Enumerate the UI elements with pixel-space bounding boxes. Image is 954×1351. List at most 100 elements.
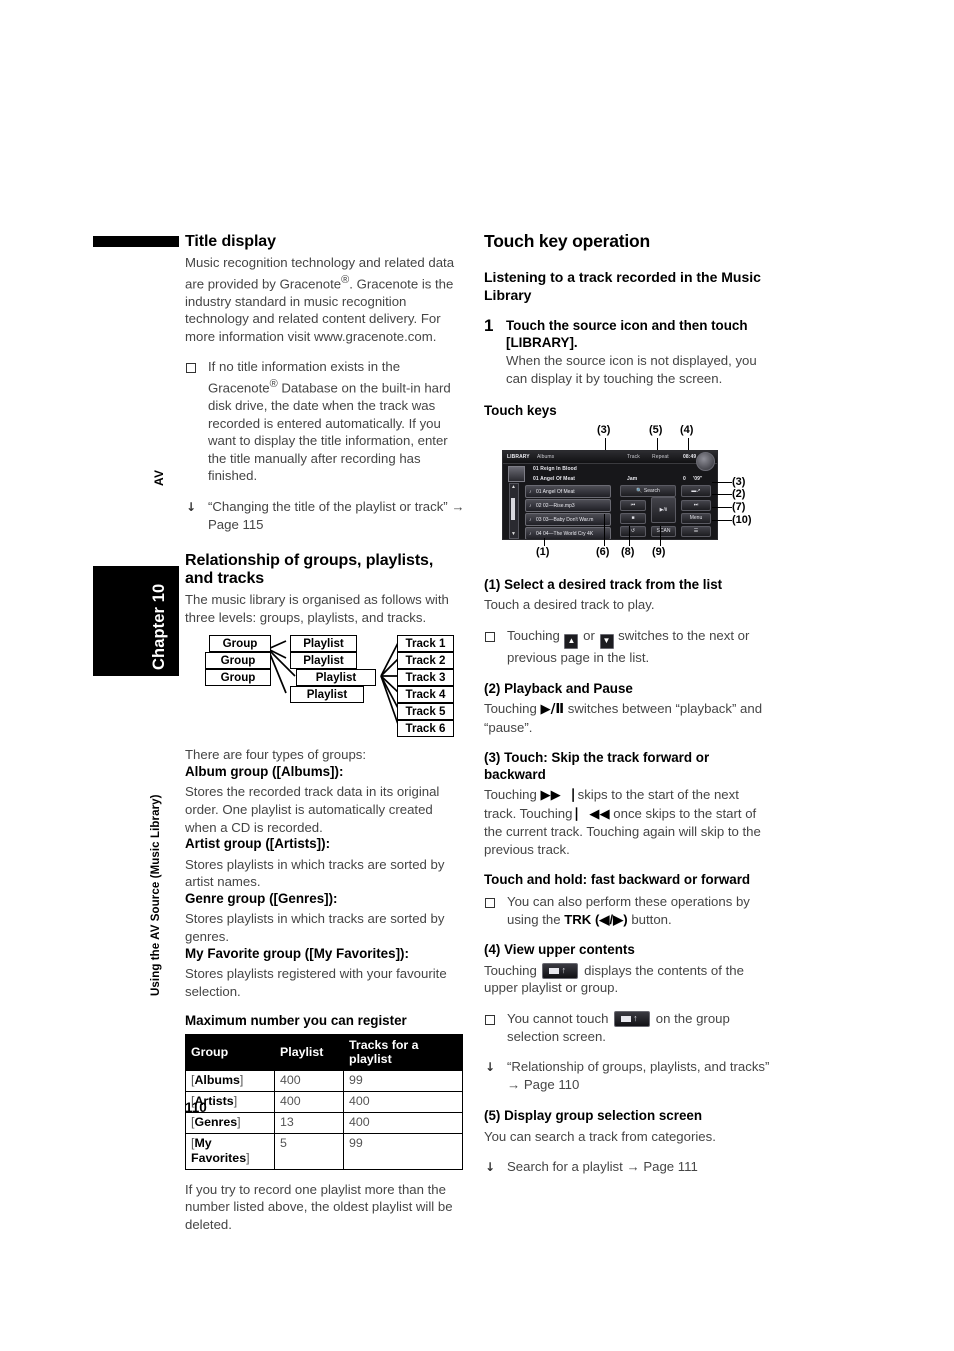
table-row: [Albums] 400 99 — [185, 1069, 463, 1092]
item-3-body-a: Touching — [484, 787, 541, 803]
cell-playlist: 400 — [274, 1069, 344, 1092]
callout-right-10: (10) — [732, 513, 752, 526]
cell-tracks: 400 — [343, 1111, 463, 1134]
track-list-item[interactable]: ♪ 03 03—Baby Don't War.m — [525, 512, 611, 526]
reference-arrow-icon: ↓ — [485, 1060, 496, 1075]
item-4-note-a: You cannot touch — [507, 1011, 613, 1026]
screen-clock: 08:49 — [683, 453, 697, 460]
item-1-note-mid: or — [579, 627, 599, 643]
previous-track-button[interactable]: ⏮ — [620, 499, 646, 511]
repeat-button[interactable]: ↺ — [620, 525, 646, 537]
stop-button[interactable]: ■ — [620, 512, 646, 524]
hide-button[interactable]: ☒ Hide — [681, 539, 713, 540]
diagram-track-3: Track 4 — [397, 686, 454, 704]
group-type-1-name: Artist group ([Artists]): — [185, 836, 331, 852]
callout-right-3: (3) — [732, 475, 746, 488]
diagram-playlist-3: Playlist — [290, 686, 364, 704]
cell-playlist: 13 — [274, 1111, 344, 1134]
list-scrollbar[interactable]: ▲ ▼ — [509, 482, 519, 539]
next-track-icon: ⏭ — [693, 502, 699, 509]
screen-genre: Jam — [627, 475, 638, 482]
view-upper-contents-button[interactable]: ▬↗ — [681, 484, 711, 497]
item-1-title: (1) Select a desired track from the list — [484, 576, 723, 592]
cell-playlist: 400 — [274, 1090, 344, 1113]
track-list-item[interactable]: ♪ 02 02—Rise.mp3 — [525, 498, 611, 512]
device-screen: LIBRARY Albums Track Repeat 08:49 01 Rei… — [502, 449, 718, 540]
left-column: Title display Music recognition technolo… — [185, 233, 465, 1234]
item-5-body: You can search a track from categories. — [484, 1128, 716, 1144]
group-type-2-name: Genre group ([Genres]): — [185, 890, 338, 906]
av-settings-button[interactable]: AV Settings — [541, 539, 611, 540]
screen-play-mode-repeat: Repeat — [652, 453, 669, 460]
group-selection-button[interactable]: ☰ — [681, 525, 711, 537]
relationship-body: The music library is organised as follow… — [185, 592, 449, 625]
screen-source-label: LIBRARY — [507, 453, 530, 460]
note-square-icon — [186, 359, 196, 378]
diagram-track-2: Track 3 — [397, 669, 454, 687]
diagram-playlist-0: Playlist — [290, 635, 357, 653]
note-gracenote-db: If no title information exists in the Gr… — [185, 358, 465, 485]
col-tracks: Tracks for a playlist — [343, 1033, 463, 1071]
page-down-icon: ▼ — [599, 633, 614, 649]
now-playing-album: 01 Reign In Blood — [533, 465, 577, 472]
diagram-playlist-2: Playlist — [296, 669, 376, 687]
running-head: Using the AV Source (Music Library) — [150, 794, 162, 996]
menu-button-label: Menu — [689, 515, 703, 522]
next-track-button[interactable]: ⏭ — [681, 499, 711, 511]
scan-button-label: SCAN — [656, 528, 671, 535]
table-row: [Genres] 13 400 — [185, 1111, 463, 1134]
col-group: Group — [185, 1033, 275, 1071]
callout-top-4: (4) — [680, 423, 694, 436]
diagram-group-0: Group — [209, 635, 271, 653]
item-5-ref: ↓ Search for a playlist → Page 111 — [484, 1158, 770, 1176]
heading-touch-key-operation: Touch key operation — [484, 231, 651, 251]
previous-track-icon: ⎸◀◀ — [576, 806, 610, 822]
item-5-title: (5) Display group selection screen — [484, 1108, 703, 1124]
group-type-3-desc: Stores playlists registered with your fa… — [185, 966, 447, 999]
menu-button[interactable]: Menu — [681, 512, 711, 524]
item-1-body: Touch a desired track to play. — [484, 597, 655, 613]
table-header-row: Group Playlist Tracks for a playlist — [185, 1033, 463, 1071]
play-pause-button[interactable]: ▶/Ⅱ — [651, 496, 676, 523]
track-list-item[interactable]: ♪ 01 Angel Of Meat — [525, 484, 611, 498]
step-1-number: 1 — [484, 316, 494, 335]
page-number: 110 — [185, 1100, 207, 1115]
col-playlist: Playlist — [274, 1033, 344, 1071]
ref-changing-title-text: “Changing the title of the playlist or t… — [208, 498, 465, 532]
track-list-item-label: 03 03—Baby Don't War.m — [536, 516, 594, 523]
item-5-ref-text: Search for a playlist → Page 111 — [507, 1159, 698, 1175]
callout-bottom-8: (8) — [621, 545, 635, 558]
scan-button[interactable]: SCAN — [651, 525, 676, 537]
leader-bottom-9 — [660, 525, 662, 546]
music-note-icon: ♪ — [529, 488, 532, 495]
leader-bottom-1 — [544, 537, 546, 546]
item-1-note: Touching ▲ or ▼ switches to the next or … — [484, 627, 770, 667]
item-3-hold-note-b: button. — [627, 911, 672, 927]
callout-top-5: (5) — [649, 423, 663, 436]
item-3-title: (3) Touch: Skip the track forward or bac… — [484, 750, 710, 782]
track-list-item-label: 01 Angel Of Meat — [536, 488, 575, 495]
callout-bottom-1: (1) — [536, 545, 550, 558]
callout-right-7: (7) — [732, 500, 746, 513]
previous-track-icon: ⏮ — [630, 502, 636, 509]
search-button[interactable]: 🔍 Search — [620, 484, 676, 497]
diagram-track-1: Track 2 — [397, 652, 454, 670]
table-row: [My Favorites] 5 99 — [185, 1132, 463, 1170]
trk-button-label: TRK (◀/▶) — [564, 911, 628, 927]
play-pause-icon: ▶/Ⅱ — [540, 702, 565, 718]
table-row: [Artists] 400 400 — [185, 1090, 463, 1113]
screen-group-label: Albums — [537, 453, 555, 460]
page-sidebar: AV Chapter 10 Using the AV Source (Music… — [93, 236, 179, 1116]
scroll-up-icon[interactable]: ▲ — [511, 484, 516, 490]
diagram-track-5: Track 6 — [397, 720, 454, 738]
group-type-1-desc: Stores playlists in which tracks are sor… — [185, 856, 445, 890]
scrollbar-thumb[interactable] — [511, 497, 515, 520]
item-4-body-a: Touching — [484, 962, 541, 978]
item-3-body: Touching ▶▶⎹ skips to the start of the n… — [484, 786, 770, 858]
scroll-down-icon[interactable]: ▼ — [511, 531, 516, 537]
track-list-item-label: 04 04—The World Cry 4K — [536, 530, 594, 537]
item-4-ref: ↓ “Relationship of groups, playlists, an… — [484, 1058, 770, 1093]
folder-up-icon: ▬↗ — [691, 487, 701, 494]
note-square-icon — [485, 628, 495, 647]
leader-right-10 — [712, 519, 732, 522]
